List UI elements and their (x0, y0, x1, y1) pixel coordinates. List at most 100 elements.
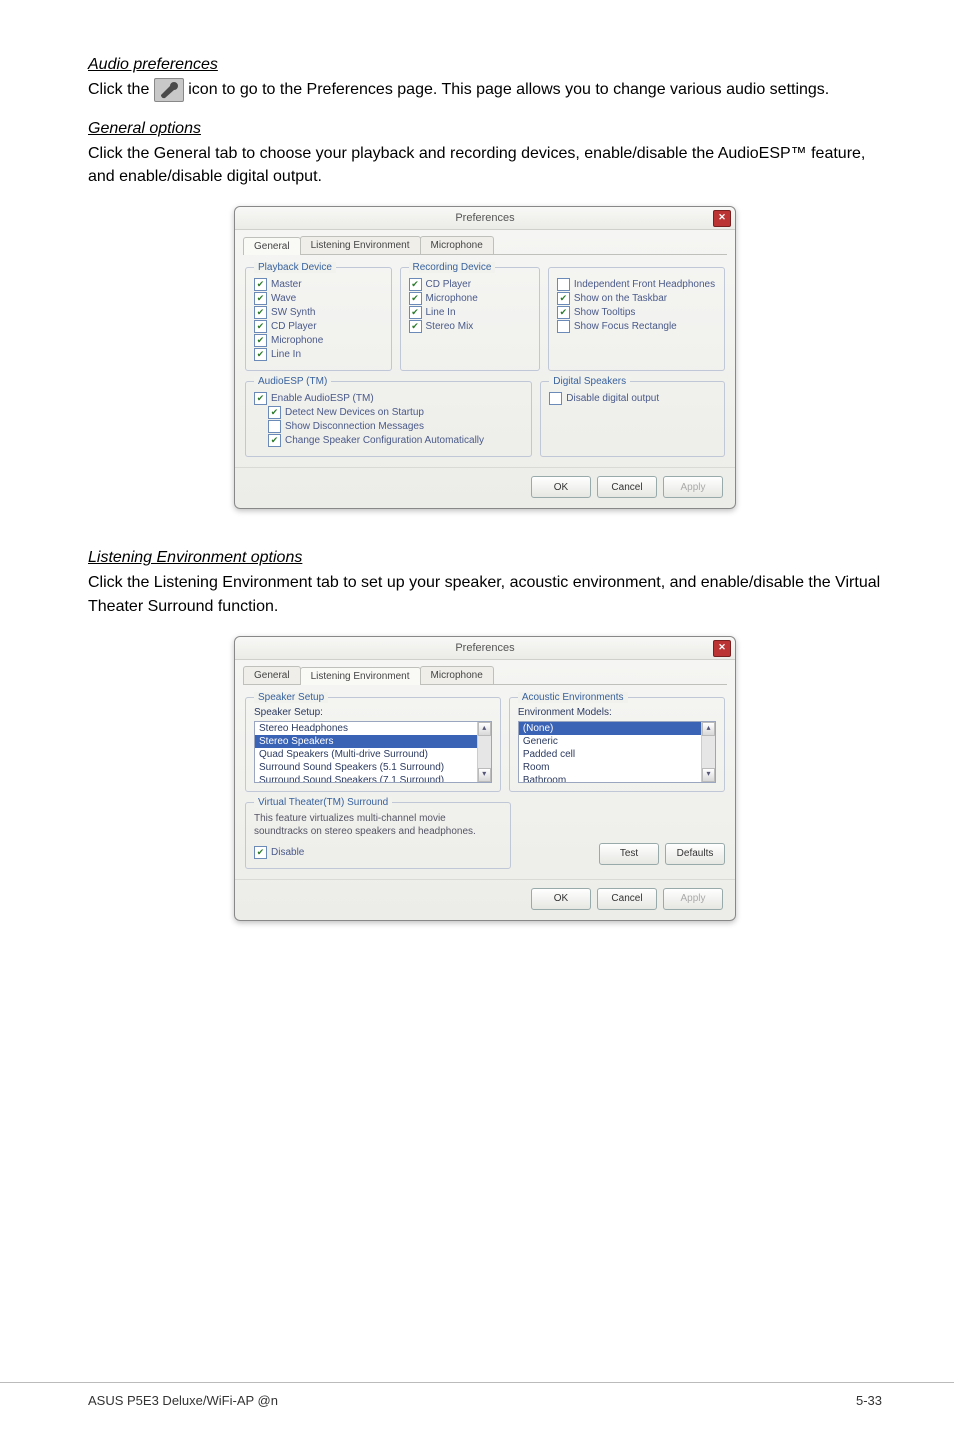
checkbox[interactable]: ✔ (557, 292, 570, 305)
legend-acoustic: Acoustic Environments (518, 692, 628, 703)
list-item[interactable]: Surround Sound Speakers (5.1 Surround) (255, 761, 491, 774)
listbox-speaker-setup[interactable]: Stereo HeadphonesStereo SpeakersQuad Spe… (254, 721, 492, 783)
dialog-tabs: General Listening Environment Microphone (243, 666, 727, 685)
checkbox[interactable]: ✔ (254, 392, 267, 405)
list-item[interactable]: Quad Speakers (Multi-drive Surround) (255, 748, 491, 761)
checkbox[interactable]: ✔ (268, 406, 281, 419)
checkbox-label: Master (271, 279, 302, 290)
footer-right: 5-33 (856, 1393, 882, 1408)
fieldset-acoustic-environments: Acoustic Environments Environment Models… (509, 697, 725, 792)
chevron-up-icon[interactable]: ▴ (478, 722, 491, 736)
dialog-titlebar: Preferences ✕ (235, 207, 735, 230)
fieldset-misc-options: . Independent Front Headphones✔Show on t… (548, 267, 725, 371)
list-item[interactable]: Room (519, 761, 715, 774)
ok-button[interactable]: OK (531, 888, 591, 910)
fieldset-speaker-setup: Speaker Setup Speaker Setup: Stereo Head… (245, 697, 501, 792)
checkbox-label: SW Synth (271, 307, 315, 318)
close-icon[interactable]: ✕ (713, 210, 731, 227)
checkbox-label: Show Disconnection Messages (285, 421, 424, 432)
checkbox-label: CD Player (271, 321, 317, 332)
checkbox[interactable]: ✔ (254, 348, 267, 361)
checkbox[interactable]: ✔ (409, 306, 422, 319)
tab-listening-environment[interactable]: Listening Environment (300, 236, 421, 254)
checkbox[interactable]: ✔ (557, 306, 570, 319)
virtual-theater-note: This feature virtualizes multi-channel m… (254, 812, 502, 838)
checkbox-label: Show Focus Rectangle (574, 321, 677, 332)
paragraph-general-options: Click the General tab to choose your pla… (88, 142, 882, 188)
tab-microphone[interactable]: Microphone (420, 666, 494, 684)
tab-general[interactable]: General (243, 237, 301, 255)
checkbox[interactable]: ✔ (409, 320, 422, 333)
fieldset-virtual-theater: Virtual Theater(TM) Surround This featur… (245, 802, 511, 869)
list-item[interactable]: Stereo Headphones (255, 722, 491, 735)
checkbox[interactable]: ✔ (268, 434, 281, 447)
legend-speaker-setup: Speaker Setup (254, 692, 328, 703)
checkbox-label: Show on the Taskbar (574, 293, 667, 304)
checkbox-label: Microphone (271, 335, 323, 346)
listbox-environment-models[interactable]: (None)GenericPadded cellRoomBathroom ▴ ▾ (518, 721, 716, 783)
list-item[interactable]: Bathroom (519, 774, 715, 783)
checkbox-label: Stereo Mix (426, 321, 474, 332)
dialog-title: Preferences (455, 642, 514, 654)
defaults-button[interactable]: Defaults (665, 843, 725, 865)
chevron-up-icon[interactable]: ▴ (702, 722, 715, 736)
checkbox-label: Wave (271, 293, 296, 304)
checkbox[interactable] (268, 420, 281, 433)
cancel-button[interactable]: Cancel (597, 476, 657, 498)
legend-digital: Digital Speakers (549, 376, 630, 387)
apply-button[interactable]: Apply (663, 476, 723, 498)
label-speaker-setup: Speaker Setup: (254, 707, 492, 718)
fieldset-recording-device: Recording Device ✔CD Player✔Microphone✔L… (400, 267, 540, 371)
legend-playback: Playback Device (254, 262, 336, 273)
dialog-titlebar: Preferences ✕ (235, 637, 735, 660)
checkbox-label: CD Player (426, 279, 472, 290)
fieldset-audioesp: AudioESP (TM) ✔Enable AudioESP (TM)✔Dete… (245, 381, 532, 457)
test-button[interactable]: Test (599, 843, 659, 865)
checkbox-disable-virtual-theater[interactable]: ✔ (254, 846, 267, 859)
checkbox[interactable]: ✔ (254, 334, 267, 347)
checkbox[interactable]: ✔ (409, 292, 422, 305)
list-item[interactable]: Surround Sound Speakers (7.1 Surround) (255, 774, 491, 783)
cancel-button[interactable]: Cancel (597, 888, 657, 910)
text-fragment: icon to go to the Preferences page. This… (188, 81, 829, 98)
scrollbar[interactable]: ▴ ▾ (701, 722, 715, 782)
paragraph-listening-environment: Click the Listening Environment tab to s… (88, 571, 882, 617)
checkbox[interactable]: ✔ (254, 278, 267, 291)
checkbox-label: Detect New Devices on Startup (285, 407, 424, 418)
list-item[interactable]: Generic (519, 735, 715, 748)
legend-virtual-theater: Virtual Theater(TM) Surround (254, 797, 392, 808)
tab-microphone[interactable]: Microphone (420, 236, 494, 254)
checkbox[interactable]: ✔ (409, 278, 422, 291)
paragraph-audio-pref: Click the icon to go to the Preferences … (88, 78, 882, 102)
checkbox-label: Disable (271, 847, 304, 858)
checkbox[interactable]: ✔ (254, 292, 267, 305)
list-item[interactable]: Stereo Speakers (255, 735, 491, 748)
tab-listening-environment[interactable]: Listening Environment (300, 667, 421, 685)
preferences-dialog-general: Preferences ✕ General Listening Environm… (234, 206, 736, 509)
heading-audio-preferences: Audio preferences (88, 56, 882, 74)
dialog-title: Preferences (455, 212, 514, 224)
checkbox[interactable]: ✔ (254, 306, 267, 319)
chevron-down-icon[interactable]: ▾ (702, 768, 715, 782)
text-fragment: Click the (88, 81, 154, 98)
page-footer: ASUS P5E3 Deluxe/WiFi-AP @n 5-33 (0, 1382, 954, 1438)
legend-audioesp: AudioESP (TM) (254, 376, 331, 387)
apply-button[interactable]: Apply (663, 888, 723, 910)
chevron-down-icon[interactable]: ▾ (478, 768, 491, 782)
list-item[interactable]: Padded cell (519, 748, 715, 761)
close-icon[interactable]: ✕ (713, 640, 731, 657)
checkbox-label: Independent Front Headphones (574, 279, 715, 290)
heading-listening-environment: Listening Environment options (88, 549, 882, 567)
ok-button[interactable]: OK (531, 476, 591, 498)
scrollbar[interactable]: ▴ ▾ (477, 722, 491, 782)
checkbox-label: Enable AudioESP (TM) (271, 393, 374, 404)
checkbox[interactable]: ✔ (254, 320, 267, 333)
checkbox-label: Show Tooltips (574, 307, 636, 318)
tab-general[interactable]: General (243, 666, 301, 684)
checkbox-label: Microphone (426, 293, 478, 304)
checkbox[interactable] (557, 320, 570, 333)
checkbox[interactable] (549, 392, 562, 405)
preferences-dialog-listening: Preferences ✕ General Listening Environm… (234, 636, 736, 921)
checkbox[interactable] (557, 278, 570, 291)
list-item[interactable]: (None) (519, 722, 715, 735)
